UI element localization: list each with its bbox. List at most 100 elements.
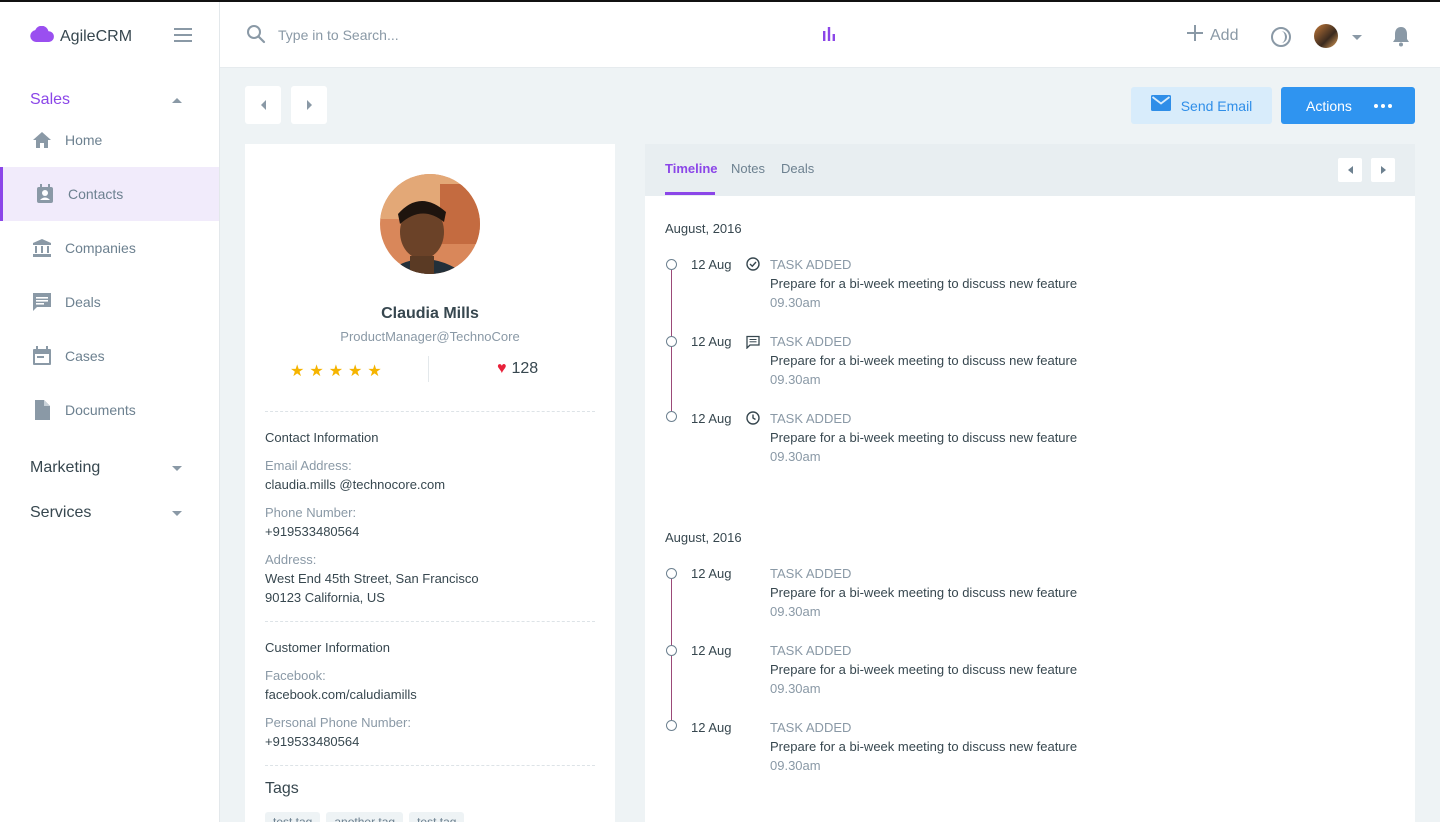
chevron-right-icon — [306, 100, 312, 110]
calendar-icon — [32, 346, 52, 366]
event-date: 12 Aug — [691, 334, 732, 349]
sidebar-item-contacts[interactable]: Contacts — [0, 167, 219, 221]
sidebar-item-label: Companies — [65, 240, 136, 256]
add-label: Add — [1210, 26, 1239, 44]
timeline-dot — [666, 720, 677, 731]
star-icon[interactable]: ★ — [329, 361, 343, 381]
timeline-next-button[interactable] — [1371, 158, 1395, 182]
event-time: 09.30am — [770, 604, 821, 619]
divider — [265, 411, 595, 412]
tab-timeline[interactable]: Timeline — [665, 161, 718, 176]
tab-deals[interactable]: Deals — [781, 161, 814, 176]
divider — [265, 621, 595, 622]
window-top-border — [0, 0, 1440, 2]
activity-panel: Timeline Notes Deals August, 2016 12 Aug… — [645, 144, 1415, 822]
timeline-dot — [666, 336, 677, 347]
tag-chip[interactable]: test tag — [265, 812, 321, 822]
tab-notes[interactable]: Notes — [731, 161, 765, 176]
event-time: 09.30am — [770, 295, 821, 310]
star-icon[interactable]: ★ — [367, 361, 381, 381]
send-email-button[interactable]: Send Email — [1131, 87, 1272, 124]
tag-chip[interactable]: test tag — [409, 812, 465, 822]
contacts-icon — [35, 184, 55, 204]
personal-phone-value[interactable]: +919533480564 — [265, 732, 359, 751]
event-type: TASK ADDED — [770, 643, 852, 658]
contact-profile-card: Claudia Mills ProductManager@TechnoCore … — [245, 144, 615, 822]
previous-contact-button[interactable] — [245, 86, 281, 124]
contact-info-heading: Contact Information — [265, 430, 379, 445]
sidebar-section-label: Services — [30, 504, 92, 521]
divider — [428, 356, 429, 382]
email-value[interactable]: claudia.mills @technocore.com — [265, 475, 445, 494]
tags-heading: Tags — [265, 780, 299, 797]
plus-icon — [1186, 24, 1204, 47]
tag-chip[interactable]: another tag — [326, 812, 404, 822]
sidebar-section-label: Marketing — [30, 459, 101, 476]
theme-toggle-icon[interactable] — [1270, 26, 1292, 53]
tab-bar: Timeline Notes Deals — [645, 144, 1415, 196]
sidebar-item-cases[interactable]: Cases — [0, 329, 219, 383]
divider — [265, 765, 595, 766]
cloud-icon — [30, 25, 54, 47]
chat-icon — [32, 292, 52, 312]
add-button[interactable]: Add — [1186, 24, 1238, 47]
clock-icon — [746, 411, 760, 425]
chevron-down-icon[interactable] — [1352, 35, 1362, 40]
menu-toggle-icon[interactable] — [174, 28, 192, 42]
event-description: Prepare for a bi-week meeting to discuss… — [770, 353, 1078, 368]
bar-chart-icon[interactable] — [821, 26, 837, 47]
event-type: TASK ADDED — [770, 566, 852, 581]
timeline-month-heading: August, 2016 — [665, 221, 742, 236]
next-contact-button[interactable] — [291, 86, 327, 124]
user-avatar[interactable] — [1314, 24, 1338, 48]
sidebar-section-services[interactable]: Services — [30, 504, 190, 522]
chevron-left-icon — [260, 100, 266, 110]
contact-avatar — [380, 174, 480, 274]
search-icon[interactable] — [246, 24, 266, 49]
document-icon — [32, 400, 52, 420]
event-time: 09.30am — [770, 372, 821, 387]
sidebar-section-sales[interactable]: Sales — [30, 91, 190, 109]
address-line-1: West End 45th Street, San Francisco — [265, 571, 479, 586]
timeline-dot — [666, 568, 677, 579]
actions-button[interactable]: Actions — [1281, 87, 1415, 124]
personal-phone-label: Personal Phone Number: — [265, 715, 411, 730]
sidebar-item-home[interactable]: Home — [0, 113, 219, 167]
star-icon[interactable]: ★ — [309, 361, 323, 381]
top-bar: Add — [220, 2, 1440, 68]
event-date: 12 Aug — [691, 411, 732, 426]
app-name: AgileCRM — [60, 27, 133, 45]
likes-counter[interactable]: ♥ 128 — [497, 360, 538, 378]
envelope-icon — [1150, 95, 1171, 116]
brand-logo[interactable]: AgileCRM — [30, 25, 133, 47]
phone-value[interactable]: +919533480564 — [265, 522, 359, 541]
sidebar-item-label: Documents — [65, 402, 136, 418]
timeline-prev-button[interactable] — [1338, 158, 1362, 182]
sidebar-item-documents[interactable]: Documents — [0, 383, 219, 437]
tag-list: test tag another tag test tag — [265, 812, 470, 822]
sidebar-item-deals[interactable]: Deals — [0, 275, 219, 329]
star-rating[interactable]: ★ ★ ★ ★ ★ — [290, 361, 387, 381]
timeline-dot — [666, 259, 677, 270]
bell-icon[interactable] — [1392, 25, 1410, 52]
heart-icon: ♥ — [497, 360, 507, 377]
search-input[interactable] — [278, 24, 578, 46]
facebook-label: Facebook: — [265, 668, 326, 683]
address-line-2: 90123 California, US — [265, 590, 385, 605]
event-date: 12 Aug — [691, 566, 732, 581]
sidebar-item-label: Home — [65, 132, 103, 148]
star-icon[interactable]: ★ — [348, 361, 362, 381]
star-icon[interactable]: ★ — [290, 361, 304, 381]
contact-name: Claudia Mills — [381, 305, 479, 322]
event-description: Prepare for a bi-week meeting to discuss… — [770, 662, 1078, 677]
contact-title: ProductManager@TechnoCore — [340, 329, 520, 344]
timeline-month-heading: August, 2016 — [665, 530, 742, 545]
sidebar-item-label: Contacts — [68, 186, 124, 202]
more-dots-icon — [1373, 103, 1395, 108]
sidebar-section-marketing[interactable]: Marketing — [30, 459, 190, 477]
event-description: Prepare for a bi-week meeting to discuss… — [770, 585, 1078, 600]
sidebar-item-companies[interactable]: Companies — [0, 221, 219, 275]
address-label: Address: — [265, 552, 317, 567]
actions-label: Actions — [1306, 97, 1352, 114]
facebook-value[interactable]: facebook.com/caludiamills — [265, 685, 417, 704]
